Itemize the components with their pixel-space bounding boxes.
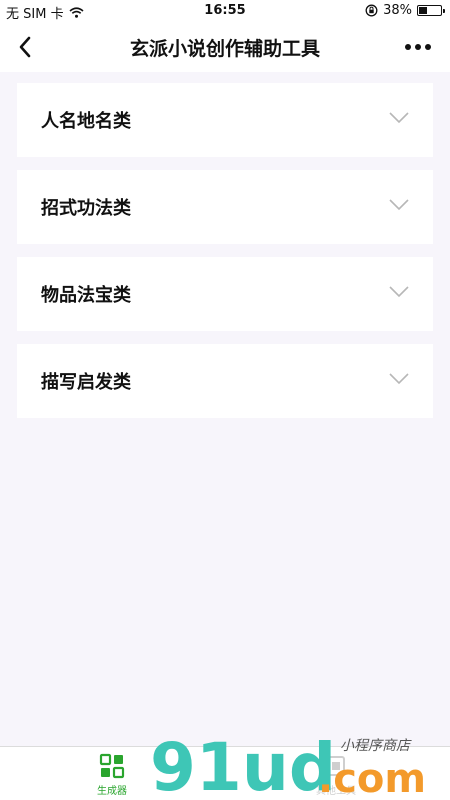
more-dots-icon xyxy=(405,44,411,50)
battery-percent: 38% xyxy=(383,3,412,18)
chevron-down-icon xyxy=(389,112,409,124)
tab-other-tools[interactable]: 其他工具 xyxy=(301,753,371,797)
chevron-down-icon xyxy=(389,199,409,211)
tab-label: 生成器 xyxy=(97,786,127,797)
page-title: 玄派小说创作辅助工具 xyxy=(129,38,320,60)
more-button[interactable] xyxy=(398,30,438,64)
category-card-descriptions[interactable]: 描写启发类 xyxy=(17,344,433,418)
tab-label: 其他工具 xyxy=(316,786,356,797)
tab-generator[interactable]: 生成器 xyxy=(77,753,147,797)
chevron-left-icon xyxy=(19,36,31,58)
battery-icon xyxy=(417,5,445,16)
category-label: 人名地名类 xyxy=(41,111,131,132)
back-button[interactable] xyxy=(8,30,42,64)
category-label: 招式功法类 xyxy=(41,198,131,219)
tab-bar: 生成器 其他工具 xyxy=(0,746,450,800)
status-right: 38% xyxy=(365,3,445,18)
category-card-skills[interactable]: 招式功法类 xyxy=(17,170,433,244)
more-dots-icon xyxy=(425,44,431,50)
chevron-down-icon xyxy=(389,373,409,385)
status-bar: 无 SIM 卡 16:55 38% xyxy=(0,0,450,22)
category-label: 物品法宝类 xyxy=(41,285,131,306)
chevron-down-icon xyxy=(389,286,409,298)
orientation-lock-icon xyxy=(365,4,378,17)
nav-bar: 玄派小说创作辅助工具 xyxy=(0,22,450,72)
category-label: 描写启发类 xyxy=(41,372,131,393)
grid-icon xyxy=(99,753,125,779)
category-card-names[interactable]: 人名地名类 xyxy=(17,83,433,157)
tools-icon xyxy=(327,756,345,776)
category-card-items[interactable]: 物品法宝类 xyxy=(17,257,433,331)
more-dots-icon xyxy=(415,44,421,50)
battery-level xyxy=(419,7,427,14)
category-list: 人名地名类 招式功法类 物品法宝类 描写启发类 xyxy=(17,83,433,431)
